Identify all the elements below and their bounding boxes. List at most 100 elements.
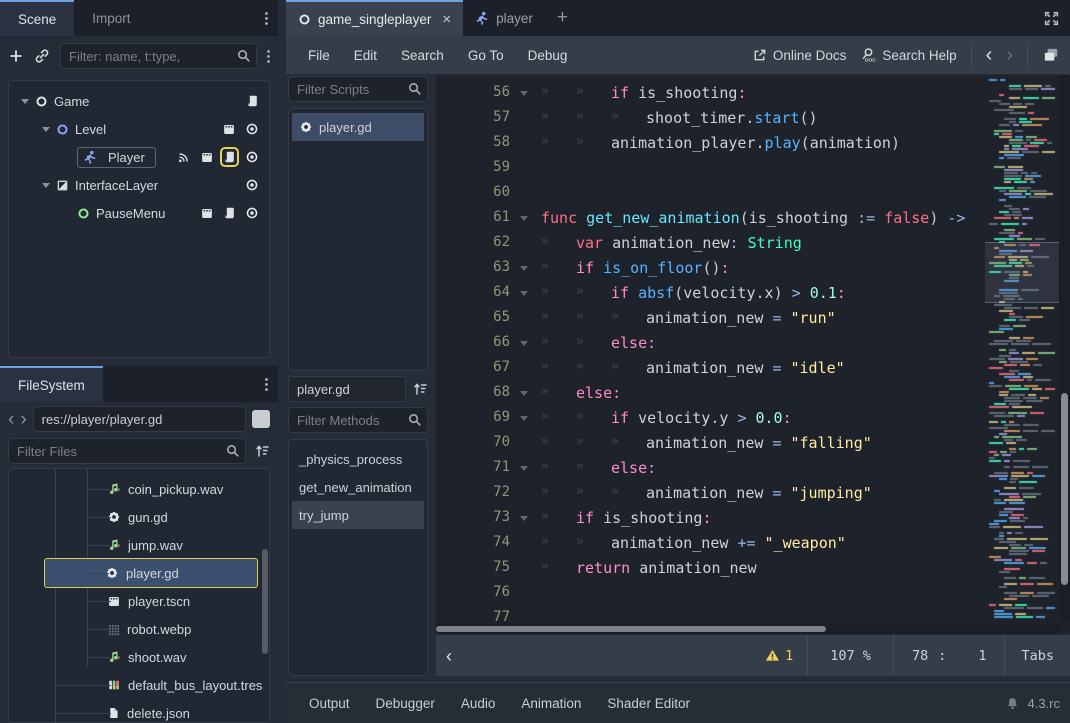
menu-go-to[interactable]: Go To — [456, 48, 516, 63]
method-item-try_jump[interactable]: try_jump — [292, 501, 424, 529]
script-icon[interactable] — [246, 94, 259, 108]
fold-icon[interactable] — [520, 266, 528, 271]
menu-debug[interactable]: Debug — [516, 48, 580, 63]
visibility-icon[interactable] — [245, 150, 259, 164]
file-item-gun.gd[interactable]: gun.gd — [11, 503, 168, 531]
file-item-player.gd[interactable]: player.gd — [45, 559, 257, 587]
code-line-76[interactable]: 76 — [436, 581, 1070, 606]
float-panel-icon[interactable] — [1042, 46, 1060, 64]
fold-icon[interactable] — [520, 291, 528, 296]
fold-icon[interactable] — [520, 516, 528, 521]
code-line-72[interactable]: 72»»»animation_new = "jumping" — [436, 481, 1070, 506]
code-line-60[interactable]: 60 — [436, 181, 1070, 206]
tab-filesystem[interactable]: FileSystem — [0, 366, 103, 402]
code-line-62[interactable]: 62»var animation_new: String — [436, 231, 1070, 256]
vertical-scrollbar[interactable] — [1059, 75, 1070, 622]
tab-import[interactable]: Import — [74, 0, 148, 36]
scene-dock-menu-button[interactable] — [254, 0, 278, 36]
code-line-69[interactable]: 69»»if velocity.y > 0.0: — [436, 406, 1070, 431]
indent-type[interactable]: Tabs — [1005, 648, 1070, 664]
code-editor[interactable]: 56»»if is_shooting:57»»»shoot_timer.star… — [436, 75, 1070, 634]
expand-chevron-icon[interactable] — [42, 183, 50, 188]
menu-file[interactable]: File — [296, 48, 342, 63]
code-line-71[interactable]: 71»»else: — [436, 456, 1070, 481]
node-name-box[interactable]: Player — [77, 147, 156, 168]
collapse-scripts-panel-button[interactable]: ‹ — [436, 647, 462, 665]
file-item-robot.webp[interactable]: robot.webp — [11, 615, 191, 643]
groups-icon[interactable] — [222, 123, 236, 136]
method-sort-button[interactable] — [412, 381, 428, 397]
code-line-65[interactable]: 65»»»animation_new = "run" — [436, 306, 1070, 331]
file-list-scrollbar[interactable] — [262, 549, 268, 654]
scene-node-pausemenu[interactable]: PauseMenu — [13, 199, 265, 227]
script-back-button[interactable]: ‹ — [986, 45, 993, 65]
horizontal-scrollbar[interactable] — [436, 624, 1059, 634]
filesystem-menu-button[interactable] — [254, 366, 278, 402]
method-item-get_new_animation[interactable]: get_new_animation — [292, 473, 424, 501]
groups-icon[interactable] — [200, 207, 214, 220]
close-icon[interactable]: × — [442, 11, 451, 28]
bottom-tab-shader-editor[interactable]: Shader Editor — [594, 696, 703, 711]
bottom-tab-audio[interactable]: Audio — [448, 696, 509, 711]
add-node-button[interactable] — [8, 48, 24, 64]
minimap-viewport[interactable] — [985, 242, 1059, 303]
new-scene-tab-button[interactable]: + — [545, 0, 580, 36]
signal-icon[interactable] — [177, 150, 191, 164]
visibility-icon[interactable] — [245, 122, 259, 136]
fold-icon[interactable] — [520, 466, 528, 471]
script-item-player.gd[interactable]: player.gd — [292, 113, 424, 141]
script-forward-button[interactable]: › — [1006, 45, 1013, 65]
expand-chevron-icon[interactable] — [42, 127, 50, 132]
bottom-tab-animation[interactable]: Animation — [508, 696, 594, 711]
scene-tab-game_singleplayer[interactable]: game_singleplayer× — [286, 0, 463, 36]
code-line-57[interactable]: 57»»»shoot_timer.start() — [436, 106, 1070, 131]
bottom-tab-debugger[interactable]: Debugger — [363, 696, 448, 711]
search-help-button[interactable]: DOC Search Help — [860, 47, 956, 63]
code-line-66[interactable]: 66»»else: — [436, 331, 1070, 356]
menu-edit[interactable]: Edit — [342, 48, 389, 63]
scene-filter-input[interactable] — [60, 43, 257, 69]
code-minimap[interactable] — [985, 75, 1059, 622]
file-item-default_bus_layout.tres[interactable]: default_bus_layout.tres — [11, 671, 262, 699]
file-item-shoot.wav[interactable]: shoot.wav — [11, 643, 187, 671]
visibility-icon[interactable] — [245, 178, 259, 192]
warnings-indicator[interactable]: 1 — [751, 648, 807, 664]
fold-icon[interactable] — [520, 216, 528, 221]
scene-node-player[interactable]: Player — [13, 143, 265, 171]
code-line-75[interactable]: 75»return animation_new — [436, 556, 1070, 581]
scene-tab-player[interactable]: player — [463, 0, 545, 36]
scene-node-game[interactable]: Game — [13, 87, 265, 115]
visibility-icon[interactable] — [245, 206, 259, 220]
notification-bell-icon[interactable] — [1005, 696, 1020, 711]
fold-icon[interactable] — [520, 416, 528, 421]
file-item-player.tscn[interactable]: player.tscn — [11, 587, 190, 615]
script-icon[interactable] — [223, 206, 236, 220]
online-docs-button[interactable]: Online Docs — [752, 48, 847, 63]
instance-scene-button[interactable] — [34, 48, 50, 64]
bottom-tab-output[interactable]: Output — [296, 696, 363, 711]
horizontal-scrollbar-thumb[interactable] — [436, 626, 826, 632]
code-line-64[interactable]: 64»»if absf(velocity.x) > 0.1: — [436, 281, 1070, 306]
nav-forward-button[interactable]: › — [20, 410, 26, 429]
nav-back-button[interactable]: ‹ — [8, 410, 14, 429]
code-line-56[interactable]: 56»»if is_shooting: — [436, 81, 1070, 106]
script-icon[interactable] — [223, 150, 236, 164]
filter-files-input[interactable] — [8, 438, 246, 464]
fold-icon[interactable] — [520, 91, 528, 96]
method-item-_physics_process[interactable]: _physics_process — [292, 445, 424, 473]
zoom-level[interactable]: 107 % — [808, 648, 893, 664]
toggle-split-mode-button[interactable] — [252, 410, 270, 428]
scene-node-level[interactable]: Level — [13, 115, 265, 143]
code-line-58[interactable]: 58»»animation_player.play(animation) — [436, 131, 1070, 156]
fold-icon[interactable] — [520, 341, 528, 346]
code-line-59[interactable]: 59 — [436, 156, 1070, 181]
fullscreen-icon[interactable] — [1043, 0, 1070, 36]
file-item-delete.json[interactable]: delete.json — [11, 699, 190, 723]
code-line-68[interactable]: 68»else: — [436, 381, 1070, 406]
code-line-74[interactable]: 74»»animation_new += "_weapon" — [436, 531, 1070, 556]
tab-scene[interactable]: Scene — [0, 0, 74, 36]
file-item-jump.wav[interactable]: jump.wav — [11, 531, 183, 559]
menu-search[interactable]: Search — [389, 48, 456, 63]
filesystem-path-input[interactable] — [33, 406, 246, 432]
code-line-61[interactable]: 61func get_new_animation(is_shooting := … — [436, 206, 1070, 231]
